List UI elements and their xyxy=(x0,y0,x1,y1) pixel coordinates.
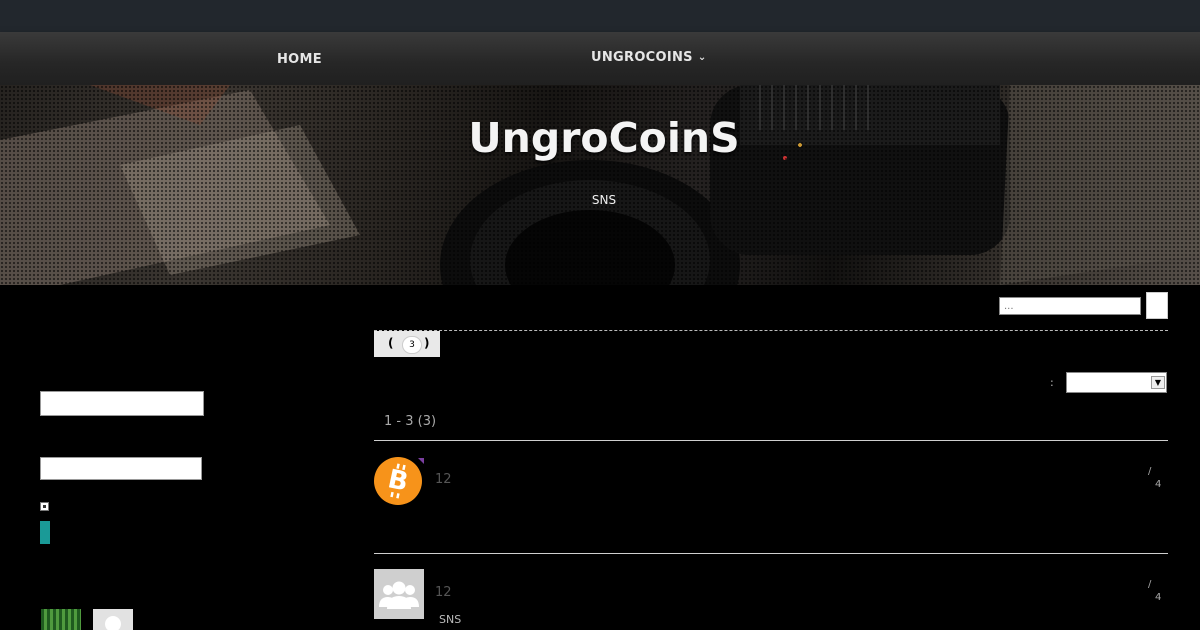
sidebar-input-1[interactable] xyxy=(40,391,204,416)
chevron-down-icon: ⌄ xyxy=(697,52,707,63)
item-number: 12 xyxy=(435,585,452,600)
list-divider xyxy=(374,553,1168,554)
sidebar-input-2[interactable] xyxy=(40,457,202,480)
nav-home-link[interactable]: HOME xyxy=(277,52,322,67)
top-bar xyxy=(0,0,1200,32)
item-meta-count: 4 xyxy=(1155,592,1162,603)
search-button[interactable] xyxy=(1146,292,1168,319)
tab-paren-close: ) xyxy=(424,336,430,350)
item-meta-slash: / xyxy=(1148,579,1152,590)
sort-select[interactable]: ▼ xyxy=(1066,372,1167,393)
bitcoin-icon[interactable]: B xyxy=(374,456,424,506)
tab-paren-open: ( xyxy=(388,336,394,350)
site-title[interactable]: UngroCoinS xyxy=(0,114,1200,162)
nav-ungrocoins-label: UNGROCOINS xyxy=(591,50,693,65)
tab-count-badge: 3 xyxy=(402,336,422,354)
item-subtitle: SNS xyxy=(439,613,462,626)
avatar[interactable] xyxy=(93,609,133,630)
avatar[interactable] xyxy=(41,609,81,630)
site-subtitle: SNS xyxy=(591,193,617,207)
results-summary: 1 - 3 (3) xyxy=(384,414,437,429)
sort-label: : xyxy=(1050,376,1054,389)
item-meta-slash: / xyxy=(1148,466,1152,477)
dropdown-arrow-icon: ▼ xyxy=(1151,376,1165,389)
hero-banner: UngroCoinS SNS xyxy=(0,85,1200,285)
remember-checkbox[interactable] xyxy=(40,502,49,511)
user-silhouette-icon xyxy=(105,616,121,630)
item-number: 12 xyxy=(435,472,452,487)
list-divider xyxy=(374,440,1168,441)
group-icon[interactable] xyxy=(374,569,424,619)
sidebar-submit-button[interactable] xyxy=(40,521,50,544)
tab-divider xyxy=(374,330,1168,331)
search-input[interactable] xyxy=(999,297,1141,315)
tab-all[interactable]: ( 3 ) xyxy=(374,331,440,357)
nav-ungrocoins-menu[interactable]: UNGROCOINS ⌄ xyxy=(591,50,707,65)
item-meta-count: 4 xyxy=(1155,479,1162,490)
main-nav: HOME UNGROCOINS ⌄ xyxy=(0,32,1200,85)
